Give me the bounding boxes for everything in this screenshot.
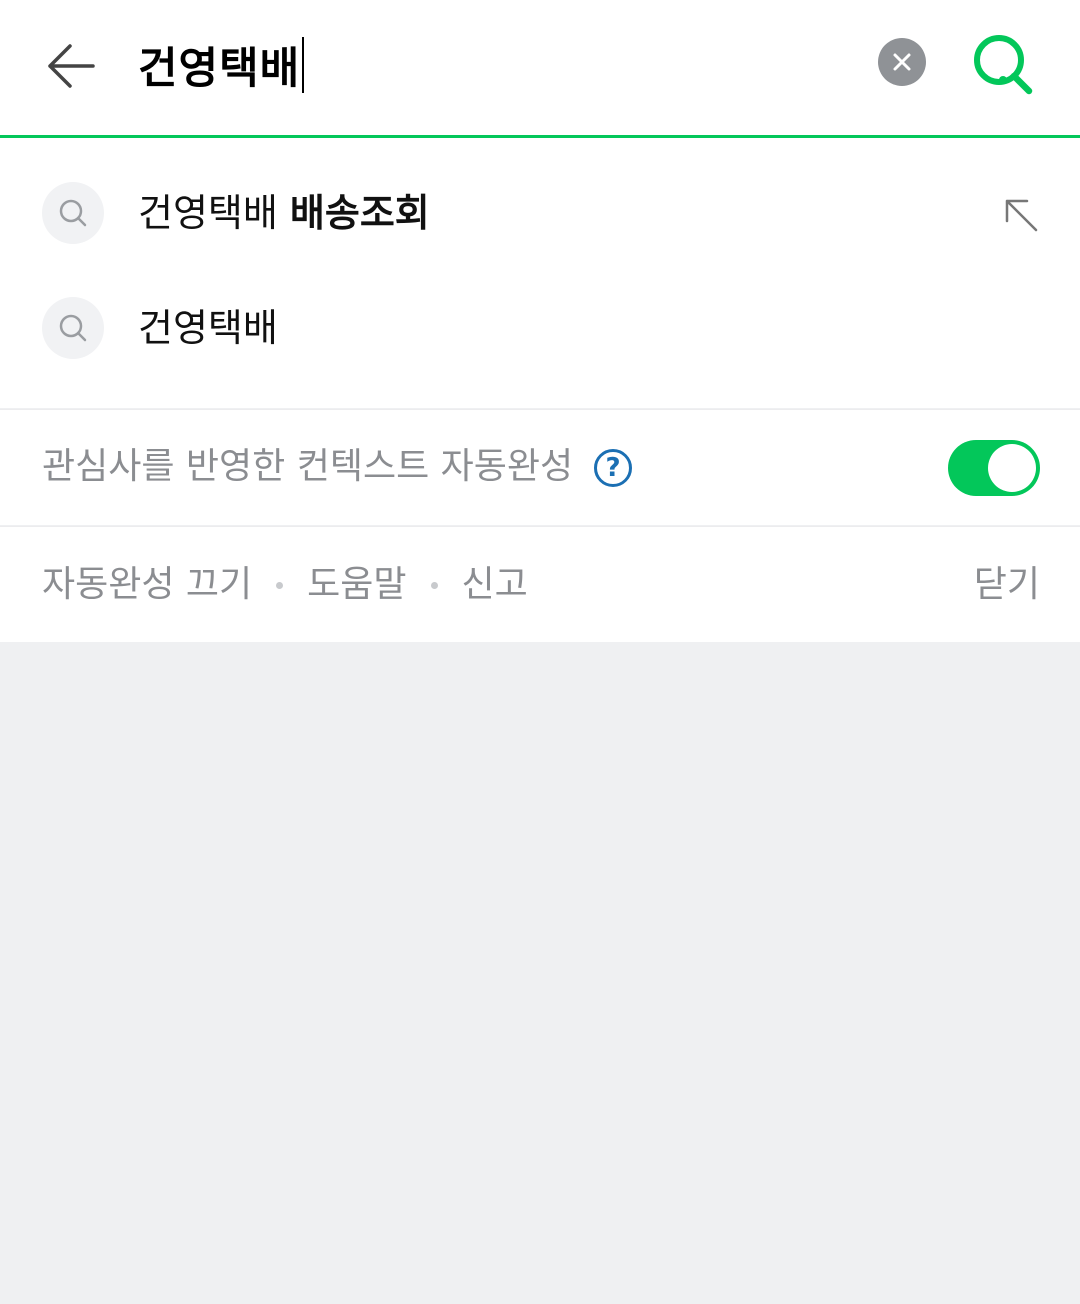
help-link[interactable]: 도움말 [307, 560, 406, 610]
suggestion-item[interactable]: 건영택배 [0, 273, 1080, 383]
footer-links: 자동완성 끄기 도움말 신고 [42, 560, 528, 610]
suggestion-item[interactable]: 건영택배 배송조회 [0, 158, 1080, 268]
search-icon [974, 35, 1033, 95]
separator-dot [430, 581, 438, 589]
suggestion-list: 건영택배 배송조회 건영택배 [0, 138, 1080, 408]
context-autocomplete-row: 관심사를 반영한 컨텍스트 자동완성 ? [0, 409, 1080, 525]
search-submit-button[interactable] [966, 28, 1040, 100]
fill-query-button[interactable] [1000, 194, 1042, 236]
search-bar: 건영택배 [0, 0, 1080, 138]
search-icon [59, 199, 87, 227]
autocomplete-footer: 자동완성 끄기 도움말 신고 닫기 [0, 526, 1080, 642]
autocomplete-screen: 건영택배 건영택배 배송조회 건영택배 관심사를 반영한 컨텍스트 자동완성 ?… [0, 0, 1080, 1304]
suggestion-search-icon [42, 182, 104, 244]
help-icon[interactable]: ? [594, 449, 632, 487]
suggestion-text: 건영택배 배송조회 [138, 186, 430, 240]
report-link[interactable]: 신고 [462, 560, 528, 610]
back-arrow-icon [48, 44, 95, 88]
turn-off-autocomplete-link[interactable]: 자동완성 끄기 [42, 560, 252, 610]
back-button[interactable] [38, 28, 104, 104]
separator-dot [276, 581, 284, 589]
suggestion-plain-text: 건영택배 [138, 306, 278, 350]
clear-icon [893, 53, 911, 71]
text-caret [302, 37, 305, 93]
search-input[interactable]: 건영택배 [138, 30, 305, 100]
suggestion-highlight-text: 배송조회 [289, 191, 430, 235]
search-icon [59, 314, 87, 342]
clear-button[interactable] [878, 38, 926, 86]
toggle-knob [988, 444, 1036, 492]
suggestion-search-icon [42, 297, 104, 359]
arrow-up-left-icon [1005, 199, 1038, 232]
suggestion-text: 건영택배 [138, 301, 278, 355]
search-query-text: 건영택배 [138, 44, 301, 94]
suggestion-plain-text: 건영택배 [138, 191, 290, 235]
context-autocomplete-toggle[interactable] [948, 440, 1040, 496]
close-button[interactable]: 닫기 [974, 560, 1040, 610]
context-autocomplete-label: 관심사를 반영한 컨텍스트 자동완성 [42, 446, 574, 487]
